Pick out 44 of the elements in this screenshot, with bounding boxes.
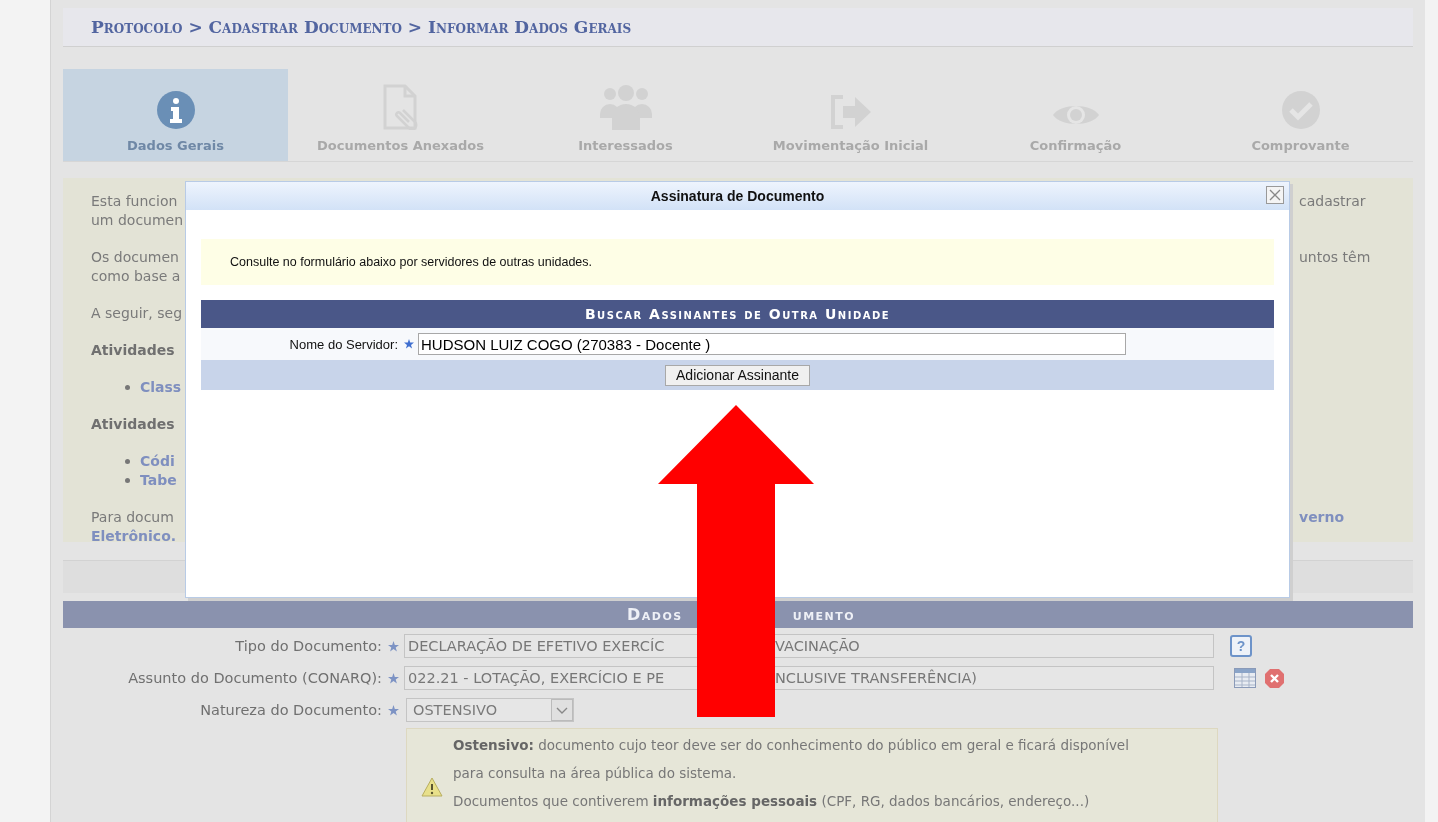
warning-text: Ostensivo: documento cujo teor deve ser do conhecimento do público em geral e ficará disponível: [453, 736, 1129, 755]
bullet-icon: [125, 459, 130, 464]
info-text: Para docum: [91, 508, 174, 527]
info-text: untos têm: [1299, 248, 1372, 267]
info-text: Os documen: [91, 248, 179, 267]
warning-icon: [421, 777, 443, 797]
text-field[interactable]: 022.21 - LOTAÇÃO, EXERCÍCIO E PE NCLUSIVE TRANSFERÊNCIA): [404, 666, 1214, 690]
info-text: cadastrar: [1299, 192, 1367, 211]
warning-text: para consulta na área pública do sistema.: [453, 764, 738, 783]
help-link[interactable]: Códi: [140, 452, 175, 471]
help-icon[interactable]: ?: [1230, 635, 1252, 657]
info-icon: [155, 90, 196, 130]
table-icon[interactable]: [1234, 668, 1256, 688]
add-signer-button[interactable]: Adicionar Assinante: [665, 364, 810, 386]
caret-icon: [551, 699, 573, 721]
field-label: Tipo do Documento:: [234, 638, 382, 654]
field-label: Assunto do Documento (CONARQ):: [127, 670, 382, 686]
help-link[interactable]: Class: [140, 378, 182, 397]
section-title: umento: [792, 605, 856, 624]
info-text: como base a: [91, 267, 181, 286]
select-field[interactable]: OSTENSIVO: [406, 698, 574, 722]
help-link[interactable]: verno: [1299, 508, 1389, 527]
bullet-icon: [125, 385, 130, 390]
section-title: Dados: [627, 605, 683, 624]
breadcrumb: Protocolo > Cadastrar Documento > Informar Dados Gerais: [91, 17, 632, 37]
help-link[interactable]: Eletrônico.: [91, 527, 177, 546]
info-text: A seguir, seg: [91, 304, 183, 323]
field-label: Nome do Servidor:: [288, 336, 398, 352]
info-text: Esta funcion: [91, 192, 178, 211]
wizard-step[interactable]: Dados Gerais: [63, 69, 288, 161]
field-label: Natureza do Documento:: [199, 702, 382, 718]
help-link[interactable]: Tabe: [140, 471, 177, 490]
info-text: Atividades: [91, 341, 175, 360]
notice-text: Consulte no formulário abaixo por servidores de outras unidades.: [230, 255, 592, 269]
close-icon[interactable]: [1266, 186, 1284, 204]
info-text: um documen: [91, 211, 184, 230]
dialog-title: Assinatura de Documento: [650, 188, 825, 204]
text-field[interactable]: DECLARAÇÃO DE EFETIVO EXERCÍC VACINAÇÃO: [404, 634, 1214, 658]
warning-text: Documentos que contiverem informações pessoais (CPF, RG, dados bancários, endereço...): [453, 792, 1091, 811]
info-text: Atividades: [91, 415, 175, 434]
delete-icon[interactable]: [1264, 667, 1285, 689]
form-title: Buscar Assinantes de Outra Unidade: [584, 306, 891, 322]
bullet-icon: [125, 478, 130, 483]
server-name-field[interactable]: HUDSON LUIZ COGO (270383 - Docente ): [418, 333, 1126, 355]
